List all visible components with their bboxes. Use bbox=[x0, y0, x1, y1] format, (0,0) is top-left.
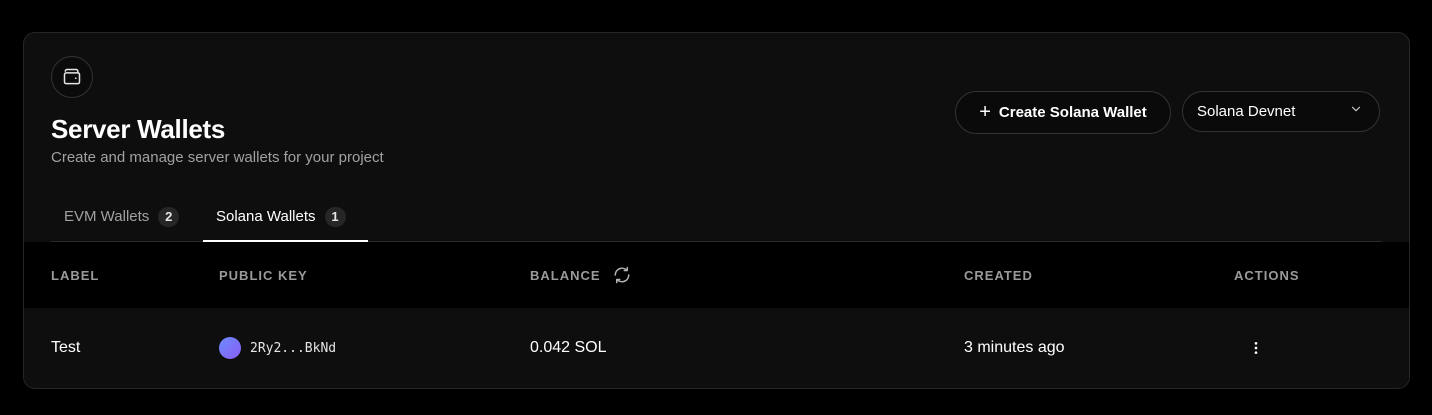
wallet-label: Test bbox=[51, 339, 81, 356]
create-solana-wallet-button[interactable]: + Create Solana Wallet bbox=[955, 91, 1171, 134]
wallet-balance: 0.042 SOL bbox=[530, 339, 607, 356]
column-header-balance: BALANCE bbox=[530, 242, 631, 308]
column-header-actions: ACTIONS bbox=[1234, 267, 1300, 283]
tab-count-badge: 2 bbox=[158, 206, 180, 227]
column-header-created: CREATED bbox=[964, 267, 1033, 283]
wallet-tabs: EVM Wallets 2 Solana Wallets 1 bbox=[51, 193, 1382, 242]
network-select[interactable]: Solana Devnet bbox=[1182, 91, 1380, 132]
tab-solana-wallets[interactable]: Solana Wallets 1 bbox=[203, 193, 368, 242]
chevron-down-icon bbox=[1349, 102, 1363, 121]
server-wallets-card: Server Wallets Create and manage server … bbox=[23, 32, 1410, 389]
wallet-created: 3 minutes ago bbox=[964, 339, 1065, 356]
refresh-icon[interactable] bbox=[613, 266, 631, 284]
avatar bbox=[219, 337, 241, 359]
more-vertical-icon[interactable] bbox=[1244, 336, 1268, 360]
plus-icon: + bbox=[979, 100, 991, 123]
tab-label: Solana Wallets bbox=[216, 208, 316, 225]
tab-label: EVM Wallets bbox=[64, 208, 150, 225]
public-key: 2Ry2...BkNd bbox=[250, 340, 337, 356]
table-row[interactable]: Test 2Ry2...BkNd 0.042 SOL 3 minutes ago bbox=[24, 308, 1409, 388]
tab-evm-wallets[interactable]: EVM Wallets 2 bbox=[51, 193, 203, 240]
wallet-icon bbox=[51, 56, 93, 98]
tab-count-badge: 1 bbox=[324, 206, 346, 227]
network-select-value: Solana Devnet bbox=[1197, 103, 1296, 120]
column-header-label: LABEL bbox=[51, 267, 100, 283]
column-header-public-key: PUBLIC KEY bbox=[219, 267, 308, 283]
create-button-label: Create Solana Wallet bbox=[998, 104, 1147, 121]
column-header-balance-label: BALANCE bbox=[530, 267, 601, 283]
page-subtitle: Create and manage server wallets for you… bbox=[51, 149, 384, 166]
public-key-cell[interactable]: 2Ry2...BkNd bbox=[219, 308, 336, 388]
page-title: Server Wallets bbox=[51, 114, 226, 144]
table-header: LABEL PUBLIC KEY BALANCE CREATED ACTIONS bbox=[24, 242, 1409, 308]
row-actions bbox=[1244, 308, 1268, 388]
